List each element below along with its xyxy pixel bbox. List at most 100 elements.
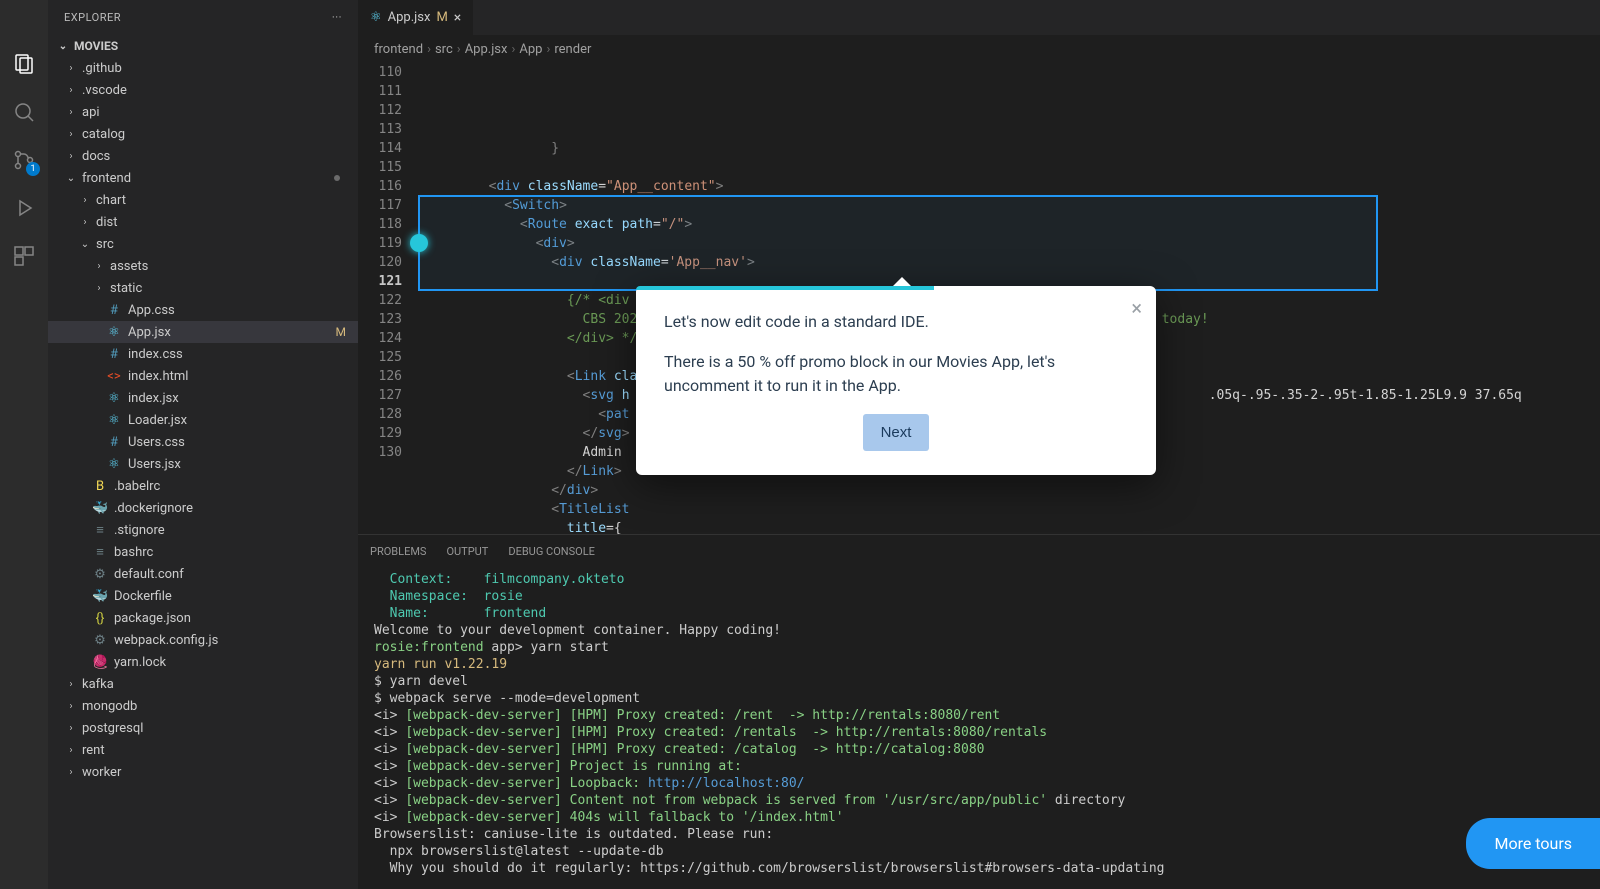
breadcrumb-segment[interactable]: src	[435, 42, 453, 57]
file-item[interactable]: 🧶yarn.lock	[48, 651, 358, 673]
file-item[interactable]: ⚛Loader.jsx	[48, 409, 358, 431]
bottom-panel: PROBLEMS OUTPUT DEBUG CONSOLE Context: fil…	[358, 534, 1600, 889]
sidebar-header: EXPLORER ···	[48, 0, 358, 35]
code-line[interactable]: <Switch>	[426, 196, 1600, 215]
file-item[interactable]: ⚙webpack.config.js	[48, 629, 358, 651]
folder-item[interactable]: ›chart	[48, 189, 358, 211]
folder-item[interactable]: ›docs	[48, 145, 358, 167]
source-control-icon[interactable]: 1	[0, 136, 48, 184]
line-number: 130	[358, 443, 402, 462]
chevron-right-icon: ›	[64, 107, 78, 118]
file-item[interactable]: #App.css	[48, 299, 358, 321]
line-number: 118	[358, 215, 402, 234]
file-item[interactable]: ⚛Users.jsx	[48, 453, 358, 475]
close-icon[interactable]: ×	[454, 10, 461, 26]
extensions-icon[interactable]	[0, 232, 48, 280]
code-line[interactable]: </div>	[426, 481, 1600, 500]
folder-item[interactable]: ›worker	[48, 761, 358, 783]
file-item[interactable]: ⚛index.jsx	[48, 387, 358, 409]
debug-icon[interactable]	[0, 184, 48, 232]
tree-label: rent	[82, 743, 105, 758]
breadcrumb-segment[interactable]: frontend	[374, 42, 423, 57]
code-line[interactable]: <div className='App__nav'>	[426, 253, 1600, 272]
file-item[interactable]: #index.css	[48, 343, 358, 365]
code-line[interactable]: <TitleList	[426, 500, 1600, 519]
code-line[interactable]: title={	[426, 519, 1600, 534]
terminal-line: Name: frontend	[374, 605, 1584, 622]
folder-item[interactable]: ›catalog	[48, 123, 358, 145]
breadcrumb-segment[interactable]: App.jsx	[465, 42, 508, 57]
tour-popup: × Let's now edit code in a standard IDE.…	[636, 286, 1156, 475]
file-item[interactable]: ≡.stignore	[48, 519, 358, 541]
code-line[interactable]	[426, 158, 1600, 177]
tree-label: index.html	[128, 369, 188, 384]
file-item[interactable]: 🐳Dockerfile	[48, 585, 358, 607]
modified-indicator: M	[336, 325, 346, 339]
tree-label: static	[110, 281, 142, 296]
folder-item[interactable]: ⌄src	[48, 233, 358, 255]
explorer-icon[interactable]	[0, 40, 48, 88]
terminal-line: $ webpack serve --mode=development	[374, 690, 1584, 707]
folder-item[interactable]: ›api	[48, 101, 358, 123]
terminal-line: <i> [webpack-dev-server] Project is runn…	[374, 758, 1584, 775]
next-button[interactable]: Next	[863, 414, 930, 451]
folder-item[interactable]: ⌄frontend	[48, 167, 358, 189]
tree-label: chart	[96, 193, 126, 208]
folder-item[interactable]: ›.vscode	[48, 79, 358, 101]
file-item[interactable]: {}package.json	[48, 607, 358, 629]
lines-icon: ≡	[92, 544, 108, 560]
code-line[interactable]: <div className="App__content">	[426, 177, 1600, 196]
folder-item[interactable]: ›mongodb	[48, 695, 358, 717]
panel-tab[interactable]: PROBLEMS	[370, 541, 426, 562]
file-item[interactable]: ⚛App.jsxM	[48, 321, 358, 343]
panel-tab[interactable]: DEBUG CONSOLE	[508, 541, 595, 562]
tree-label: Dockerfile	[114, 589, 172, 604]
terminal[interactable]: Context: filmcompany.okteto Namespace: r…	[358, 567, 1600, 889]
terminal-line: yarn run v1.22.19	[374, 656, 1584, 673]
file-item[interactable]: <>index.html	[48, 365, 358, 387]
tree-label: Loader.jsx	[128, 413, 187, 428]
activity-bar: 1	[0, 0, 48, 889]
folder-item[interactable]: ›assets	[48, 255, 358, 277]
code-line[interactable]: <Route exact path="/">	[426, 215, 1600, 234]
folder-item[interactable]: ›dist	[48, 211, 358, 233]
tree-label: Users.jsx	[128, 457, 181, 472]
chevron-right-icon: ›	[64, 745, 78, 756]
project-header[interactable]: ⌄ MOVIES	[48, 35, 358, 57]
breadcrumb-segment[interactable]: render	[554, 42, 591, 57]
popup-text-2: There is a 50 % off promo block in our M…	[664, 350, 1128, 398]
file-item[interactable]: 🐳.dockerignore	[48, 497, 358, 519]
file-item[interactable]: #Users.css	[48, 431, 358, 453]
folder-item[interactable]: ›postgresql	[48, 717, 358, 739]
tree-label: assets	[110, 259, 148, 274]
tree-label: package.json	[114, 611, 191, 626]
folder-item[interactable]: › static	[48, 277, 358, 299]
search-icon[interactable]	[0, 88, 48, 136]
gear-icon: ⚙	[92, 567, 108, 582]
panel-tabs: PROBLEMS OUTPUT DEBUG CONSOLE	[358, 535, 1600, 567]
panel-tab[interactable]: OUTPUT	[446, 541, 488, 562]
code-line[interactable]: }	[426, 139, 1600, 158]
file-item[interactable]: ≡bashrc	[48, 541, 358, 563]
line-number: 123	[358, 310, 402, 329]
tree-label: .dockerignore	[114, 501, 193, 516]
folder-item[interactable]: › rent	[48, 739, 358, 761]
folder-item[interactable]: ›kafka	[48, 673, 358, 695]
chevron-right-icon: ›	[457, 42, 461, 57]
more-tours-button[interactable]: More tours	[1466, 818, 1600, 869]
terminal-line: <i> [webpack-dev-server] [HPM] Proxy cre…	[374, 741, 1584, 758]
code-line[interactable]: <div>	[426, 234, 1600, 253]
lines-icon: ≡	[92, 522, 108, 538]
breadcrumb[interactable]: frontend›src›App.jsx›App›render	[358, 35, 1600, 63]
chevron-right-icon: ›	[92, 283, 106, 294]
sidebar-more-icon[interactable]: ···	[332, 11, 342, 24]
tab-app-jsx[interactable]: ⚛ App.jsx M ×	[358, 0, 474, 35]
file-item[interactable]: ⚙default.conf	[48, 563, 358, 585]
line-number: 126	[358, 367, 402, 386]
folder-item[interactable]: ›.github	[48, 57, 358, 79]
file-item[interactable]: B.babelrc	[48, 475, 358, 497]
terminal-line: Welcome to your development container. H…	[374, 622, 1584, 639]
close-icon[interactable]: ×	[1131, 296, 1142, 320]
tab-label: App.jsx	[388, 10, 431, 25]
breadcrumb-segment[interactable]: App	[519, 42, 542, 57]
